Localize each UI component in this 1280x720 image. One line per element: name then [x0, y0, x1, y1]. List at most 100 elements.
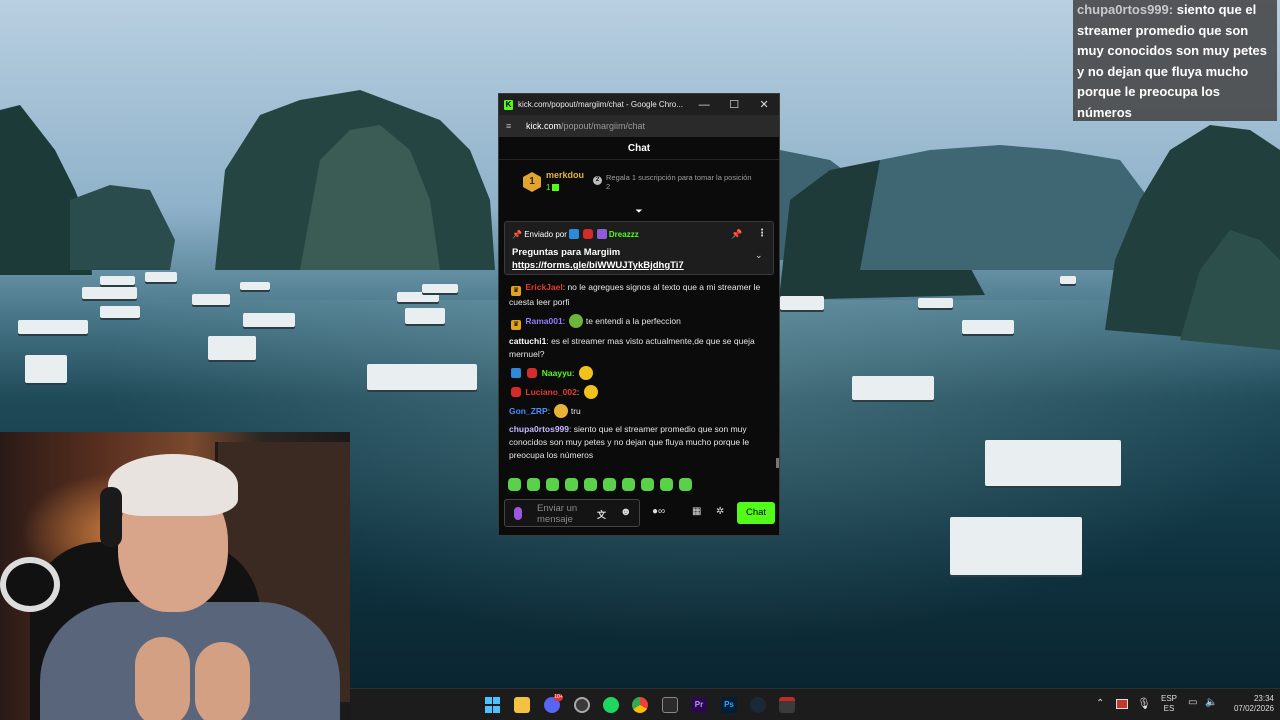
chat-popout-window: K kick.com/popout/margiim/chat - Google … [498, 93, 780, 536]
emote-3-icon[interactable] [546, 478, 559, 491]
rank-badge: 1 [523, 172, 541, 192]
stream-comment-overlay: chupa0rtos999: siento que el streamer pr… [1073, 0, 1277, 121]
gift-icon [552, 184, 560, 191]
mic-tray-icon[interactable]: 🎙 [1137, 697, 1151, 710]
rank-two-icon: 2 [593, 176, 602, 185]
language-indicator[interactable]: ESP ES [1161, 694, 1177, 714]
pinned-by-label: Enviado por [524, 229, 567, 239]
chevron-down-icon[interactable]: ⌄ [755, 250, 763, 261]
message-placeholder[interactable]: Enviar un mensaje [537, 503, 587, 525]
message-username[interactable]: ErickJael [525, 282, 562, 292]
gift-badge-icon [596, 229, 607, 239]
more-options-icon[interactable]: ⋮ [757, 228, 767, 239]
kick-logo-icon: K [504, 99, 513, 110]
gift-count: 1 [546, 183, 560, 192]
start-icon[interactable] [485, 697, 501, 713]
message-text: tru [570, 406, 581, 416]
capture-icon[interactable] [662, 697, 678, 713]
url-text[interactable]: kick.com/popout/margiim/chat [526, 121, 645, 131]
emote-5-icon[interactable] [584, 478, 597, 491]
thinking-emote-icon [554, 404, 569, 418]
sub-badge-icon [527, 368, 538, 378]
site-settings-icon[interactable]: ≡ [506, 121, 516, 131]
steam-icon[interactable] [750, 697, 766, 713]
crown-badge-icon: ♛ [511, 320, 521, 330]
message-username[interactable]: Luciano_002 [525, 387, 577, 397]
chat-message: ♛ ErickJael: no le agregues signos al te… [509, 282, 761, 307]
chat-message: Luciano_002: [509, 385, 771, 399]
message-username[interactable]: chupa0rtos999 [509, 424, 569, 434]
window-title: kick.com/popout/margiim/chat - Google Ch… [517, 100, 683, 109]
crown-badge-icon: ♛ [511, 286, 521, 296]
message-username[interactable]: cattuchi1 [509, 336, 546, 346]
emote-9-icon[interactable] [660, 478, 673, 491]
scrollbar[interactable] [776, 458, 779, 468]
chat-messages: ♛ ErickJael: no le agregues signos al te… [509, 281, 771, 467]
message-username[interactable]: Naayyu [542, 368, 572, 378]
emote-7-icon[interactable] [622, 478, 635, 491]
discord-badge: 10+ [554, 694, 563, 701]
message-username[interactable]: Gon_ZRP [509, 406, 548, 416]
leaderboard-user[interactable]: merkdou [546, 170, 584, 180]
pin-small-icon: 📌 [512, 229, 522, 239]
emote-6-icon[interactable] [603, 478, 616, 491]
gift-leaderboard: 1 merkdou 1 2 Regala 1 suscripción para … [499, 160, 779, 202]
address-bar[interactable]: ≡ kick.com/popout/margiim/chat [499, 115, 779, 137]
emote-1-icon[interactable] [508, 478, 521, 491]
pinned-message[interactable]: 📌 Enviado por Dreazzz 📌 ⋮ Preguntas para… [504, 221, 774, 275]
chrome-icon[interactable] [632, 697, 648, 713]
photoshop-icon[interactable]: Ps [721, 697, 737, 713]
pepe-emote-icon [569, 314, 584, 328]
pinned-by-row: 📌 Enviado por Dreazzz [512, 229, 639, 239]
translate-icon[interactable]: 文 [597, 508, 606, 521]
minimize-button[interactable]: — [689, 94, 719, 115]
spotify-icon[interactable] [603, 697, 619, 713]
message-text: te entendi a la perfeccion [585, 316, 681, 326]
emoji-picker-icon[interactable]: ☻ [620, 506, 632, 518]
message-username[interactable]: Rama001 [525, 316, 562, 326]
emote-10-icon[interactable] [679, 478, 692, 491]
lang-top: ESP [1161, 694, 1178, 703]
pinned-by-user[interactable]: Dreazzz [609, 230, 639, 239]
obs-icon[interactable] [574, 697, 590, 713]
volume-icon[interactable]: 🔈 [1205, 697, 1217, 708]
gear-icon[interactable]: ✲ [716, 506, 724, 517]
network-icon[interactable]: ▭ [1188, 697, 1197, 708]
maximize-button[interactable]: ☐ [719, 94, 749, 115]
overlay-comment-text: siento que el streamer promedio que son … [1077, 2, 1267, 120]
chat-message: chupa0rtos999: siento que el streamer pr… [509, 424, 750, 460]
store-icon[interactable]: ▦ [692, 506, 701, 517]
collapse-leaderboard-icon[interactable]: ⏷ [633, 206, 645, 216]
emote-2-icon[interactable] [527, 478, 540, 491]
clock-time: 23:34 [1253, 694, 1274, 703]
sub-badge-icon [582, 229, 593, 239]
chat-message: Gon_ZRP: tru [509, 404, 581, 418]
windows-taskbar: 10+ Pr Ps ⌃ 🎙 ESP ES ▭ 🔈 23:34 07/02/2026 [350, 688, 1280, 720]
send-chat-button[interactable]: Chat [737, 502, 775, 524]
chat-message: cattuchi1: es el streamer mas visto actu… [509, 336, 755, 359]
url-domain: kick.com [526, 121, 562, 131]
clock-date: 07/02/2026 [1233, 704, 1274, 713]
verified-badge-icon [511, 368, 521, 378]
premiere-icon[interactable]: Pr [691, 697, 707, 713]
message-input[interactable]: Enviar un mensaje 文 ☻ [504, 499, 640, 527]
tray-app-icon[interactable] [1116, 699, 1128, 709]
kicks-icon[interactable]: ●∞ [652, 506, 665, 517]
window-titlebar[interactable]: K kick.com/popout/margiim/chat - Google … [499, 94, 779, 115]
message-text: es el streamer mas visto actualmente,de … [509, 336, 755, 359]
emote-4-icon[interactable] [565, 478, 578, 491]
laughing-emote-icon [578, 366, 593, 380]
mic-icon[interactable] [514, 507, 522, 520]
file-explorer-icon[interactable] [514, 697, 530, 713]
clock[interactable]: 23:34 07/02/2026 [1222, 694, 1274, 714]
app-icon[interactable] [779, 697, 795, 713]
chat-header: Chat [499, 137, 779, 160]
overlay-username: chupa0rtos999: [1077, 2, 1174, 17]
close-button[interactable]: ✕ [749, 94, 779, 115]
emote-8-icon[interactable] [641, 478, 654, 491]
chevron-up-icon[interactable]: ⌃ [1096, 698, 1104, 709]
url-path: /popout/margiim/chat [561, 121, 646, 131]
webcam-feed [0, 432, 350, 720]
unpin-icon[interactable]: 📌 [731, 229, 742, 240]
pinned-link[interactable]: https://forms.gle/biWWUJTykBjdhgTi7 [512, 260, 684, 271]
